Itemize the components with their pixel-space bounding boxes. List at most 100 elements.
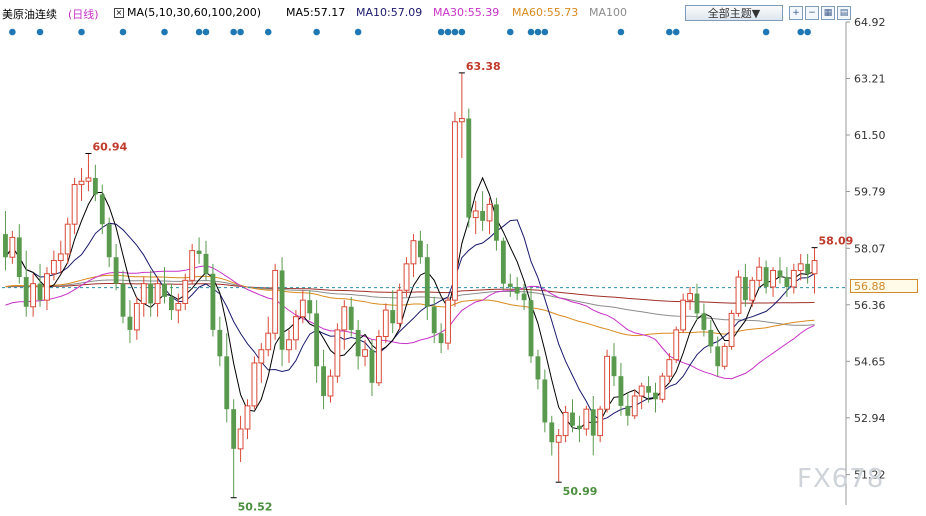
y-tick-label: 64.92 bbox=[854, 16, 886, 29]
low-price-annotation: 50.52 bbox=[238, 501, 273, 514]
candle-body bbox=[583, 408, 590, 430]
candle-body bbox=[445, 299, 451, 344]
candle-body bbox=[375, 336, 382, 384]
candle-body bbox=[528, 300, 534, 357]
y-tick-label: 61.50 bbox=[854, 129, 886, 142]
candle-body bbox=[341, 306, 348, 331]
candle-body bbox=[327, 375, 334, 397]
candle-body bbox=[452, 121, 458, 301]
candle-body bbox=[37, 283, 43, 301]
candle-body bbox=[355, 329, 361, 357]
candle-body bbox=[659, 375, 666, 400]
candle-body bbox=[805, 263, 811, 274]
candle-body bbox=[210, 273, 216, 330]
candle-body bbox=[687, 293, 693, 301]
candle-body bbox=[590, 409, 596, 436]
candle-body bbox=[334, 329, 341, 377]
candle-body bbox=[494, 204, 499, 241]
candle-body bbox=[92, 177, 98, 195]
candle-body bbox=[169, 296, 174, 311]
candle-body bbox=[307, 300, 313, 314]
candle-body bbox=[410, 240, 417, 265]
candle-body bbox=[64, 223, 71, 255]
candle-body bbox=[680, 299, 687, 331]
candle-body bbox=[811, 260, 818, 275]
candle-body bbox=[472, 210, 479, 219]
candle-body bbox=[50, 260, 57, 275]
candle-body bbox=[390, 310, 396, 324]
event-dot bbox=[354, 28, 362, 36]
candle-body bbox=[148, 283, 154, 304]
candle-body bbox=[431, 306, 437, 334]
event-dot bbox=[444, 28, 452, 36]
candle-body bbox=[265, 332, 272, 351]
event-dot bbox=[506, 28, 514, 36]
high-price-annotation: 60.94 bbox=[92, 140, 127, 153]
high-price-annotation: 58.09 bbox=[819, 235, 854, 248]
event-dot bbox=[804, 28, 811, 36]
candle-body bbox=[784, 277, 790, 287]
candle-body bbox=[162, 283, 167, 297]
candle-body bbox=[763, 267, 769, 287]
candle-body bbox=[258, 349, 265, 364]
candle-body bbox=[314, 313, 320, 367]
candle-body bbox=[562, 411, 569, 437]
candle-body bbox=[735, 276, 742, 314]
event-dot bbox=[672, 28, 680, 36]
candle-body bbox=[217, 329, 223, 357]
candle-body bbox=[618, 376, 624, 406]
candle-body bbox=[396, 289, 403, 324]
event-dot bbox=[78, 28, 85, 36]
candle-body bbox=[272, 269, 279, 334]
candle-body bbox=[653, 392, 658, 400]
y-tick-label: 63.21 bbox=[854, 72, 886, 85]
event-dot bbox=[451, 28, 459, 36]
candle-body bbox=[140, 283, 147, 304]
candle-body bbox=[480, 210, 486, 221]
high-price-annotation: 63.38 bbox=[466, 60, 501, 73]
event-dot bbox=[541, 28, 549, 36]
event-dot bbox=[534, 28, 542, 36]
ma200-line bbox=[5, 283, 815, 304]
candle-body bbox=[279, 270, 285, 350]
candle-body bbox=[244, 405, 251, 430]
event-dot bbox=[313, 28, 320, 36]
candle-body bbox=[638, 385, 645, 397]
event-dot bbox=[202, 28, 210, 36]
candle-body bbox=[231, 409, 237, 449]
y-tick-label: 52.94 bbox=[854, 412, 886, 425]
candle-body bbox=[438, 333, 444, 344]
event-dot bbox=[119, 28, 127, 36]
candle-body bbox=[85, 177, 92, 182]
candle-body bbox=[348, 306, 354, 330]
y-tick-label: 58.07 bbox=[854, 242, 886, 255]
candle-body bbox=[797, 263, 804, 271]
candle-body bbox=[666, 359, 673, 377]
candle-body bbox=[224, 356, 230, 410]
candle-body bbox=[535, 356, 541, 380]
candle-body bbox=[458, 117, 465, 123]
ma5-line bbox=[5, 176, 815, 430]
candle-body bbox=[417, 240, 423, 258]
candle-body bbox=[604, 355, 611, 410]
candle-body bbox=[403, 263, 410, 291]
candle-body bbox=[127, 316, 133, 330]
candle-body bbox=[369, 349, 375, 383]
candle-body bbox=[631, 395, 638, 417]
candle-body bbox=[154, 283, 161, 304]
event-dot bbox=[237, 28, 244, 36]
candle-body bbox=[16, 237, 22, 278]
candle-body bbox=[78, 180, 85, 186]
candle-body bbox=[790, 269, 797, 288]
candle-body bbox=[23, 277, 29, 307]
candle-body bbox=[514, 286, 520, 294]
event-dot bbox=[161, 28, 168, 36]
event-dot bbox=[264, 28, 272, 36]
candle-body bbox=[721, 345, 728, 367]
candle-body bbox=[99, 194, 105, 225]
candle-body bbox=[500, 240, 506, 284]
event-dot bbox=[617, 28, 625, 36]
candle-body bbox=[251, 362, 258, 407]
candle-body bbox=[237, 428, 244, 450]
candle-body bbox=[203, 253, 209, 274]
